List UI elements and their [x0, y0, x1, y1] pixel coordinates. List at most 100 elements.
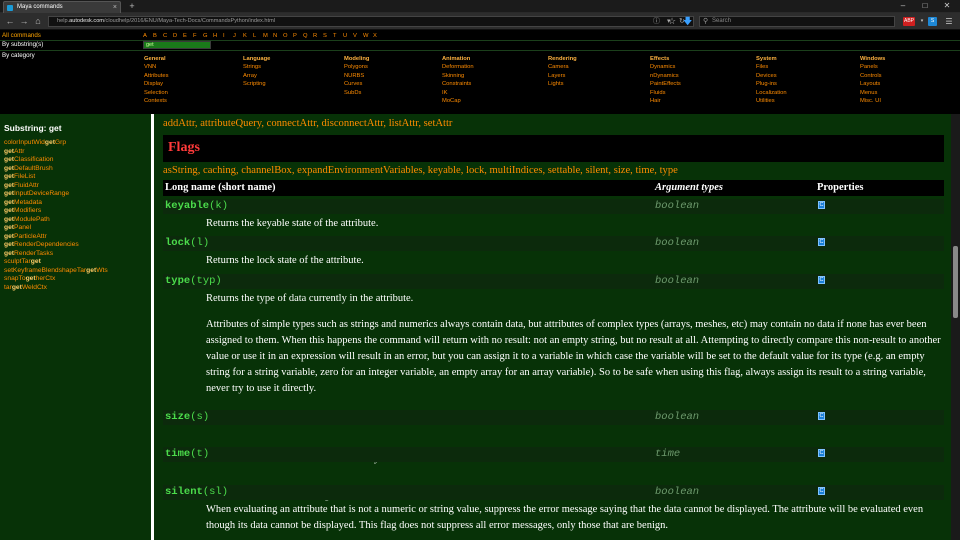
new-tab-button[interactable]: + — [126, 2, 138, 12]
back-arrow-icon[interactable]: ← — [4, 16, 16, 27]
forward-arrow-icon[interactable]: → — [18, 16, 30, 27]
letter-link[interactable]: U — [343, 33, 353, 39]
letter-link[interactable]: D — [173, 33, 183, 39]
category-link[interactable]: Localization — [756, 89, 787, 97]
category-link[interactable]: Lights — [548, 80, 577, 88]
letter-link[interactable]: I — [223, 33, 233, 39]
category-link[interactable]: Attributes — [144, 72, 169, 80]
category-link[interactable]: nDynamics — [650, 72, 681, 80]
download-icon[interactable]: 🡇 — [683, 16, 692, 27]
letter-link[interactable]: C — [163, 33, 173, 39]
category-link[interactable]: Files — [756, 63, 787, 71]
letter-link[interactable]: V — [353, 33, 363, 39]
category-heading[interactable]: System — [756, 55, 787, 63]
extension-dropdown-icon[interactable]: ▾ — [919, 17, 925, 26]
related-commands-links[interactable]: addAttr, attributeQuery, connectAttr, di… — [163, 118, 452, 129]
category-heading[interactable]: General — [144, 55, 169, 63]
letter-link[interactable]: P — [293, 33, 303, 39]
command-link[interactable]: getMetadata — [4, 199, 108, 208]
category-link[interactable]: Fluids — [650, 89, 681, 97]
category-heading[interactable]: Effects — [650, 55, 681, 63]
command-link[interactable]: getAttr — [4, 148, 108, 157]
category-link[interactable]: Plug-ins — [756, 80, 787, 88]
category-link[interactable]: Constraints — [442, 80, 474, 88]
flag-links[interactable]: asString, caching, channelBox, expandEnv… — [163, 165, 678, 176]
category-link[interactable]: Display — [144, 80, 169, 88]
search-input[interactable]: ⚲ Search — [699, 16, 895, 27]
command-link[interactable]: colorInputWidgetGrp — [4, 139, 108, 148]
category-link[interactable]: IK — [442, 89, 474, 97]
menu-icon[interactable]: ☰ — [944, 17, 954, 26]
letter-link[interactable]: F — [193, 33, 203, 39]
address-bar[interactable]: help.autodesk.com/cloudhelp/2016/ENU/May… — [48, 16, 694, 27]
letter-link[interactable]: X — [373, 33, 383, 39]
category-heading[interactable]: Language — [243, 55, 270, 63]
category-link[interactable]: Scripting — [243, 80, 270, 88]
command-link[interactable]: getModulePath — [4, 216, 108, 225]
category-link[interactable]: Contexts — [144, 97, 169, 105]
command-link[interactable]: getDefaultBrush — [4, 165, 108, 174]
vertical-scrollbar[interactable] — [951, 114, 960, 540]
command-link[interactable]: targetWeldCtx — [4, 284, 108, 293]
command-link[interactable]: sculptTarget — [4, 258, 108, 267]
letter-link[interactable]: E — [183, 33, 193, 39]
maximize-icon[interactable]: □ — [914, 0, 936, 12]
letter-link[interactable]: K — [243, 33, 253, 39]
category-link[interactable]: Skinning — [442, 72, 474, 80]
category-link[interactable]: SubDs — [344, 89, 369, 97]
letter-link[interactable]: O — [283, 33, 293, 39]
letter-link[interactable]: L — [253, 33, 263, 39]
letter-link[interactable]: B — [153, 33, 163, 39]
letter-link[interactable]: J — [233, 33, 243, 39]
category-link[interactable]: Panels — [860, 63, 885, 71]
category-link[interactable]: Menus — [860, 89, 885, 97]
command-link[interactable]: getParticleAttr — [4, 233, 108, 242]
skype-extension-icon[interactable]: S — [928, 17, 937, 26]
scrollbar-thumb[interactable] — [953, 246, 958, 318]
command-link[interactable]: getFileList — [4, 173, 108, 182]
browser-tab[interactable]: Maya commands × — [3, 1, 121, 13]
category-link[interactable]: NURBS — [344, 72, 369, 80]
close-window-icon[interactable]: ✕ — [936, 0, 958, 12]
command-link[interactable]: getFluidAttr — [4, 182, 108, 191]
adblock-extension-icon[interactable]: ABP — [903, 17, 915, 26]
category-heading[interactable]: Animation — [442, 55, 474, 63]
command-link[interactable]: setKeyframeBlendshapeTargetWts — [4, 267, 108, 276]
command-link[interactable]: getModifiers — [4, 207, 108, 216]
category-link[interactable]: Array — [243, 72, 270, 80]
command-link[interactable]: getRenderDependencies — [4, 241, 108, 250]
minimize-icon[interactable]: – — [892, 0, 914, 12]
letter-link[interactable]: G — [203, 33, 213, 39]
substring-input[interactable]: get — [143, 41, 211, 49]
category-link[interactable]: Utilities — [756, 97, 787, 105]
all-commands-link[interactable]: All commands — [2, 32, 41, 39]
letter-link[interactable]: H — [213, 33, 223, 39]
letter-link[interactable]: R — [313, 33, 323, 39]
close-tab-icon[interactable]: × — [113, 2, 117, 13]
category-link[interactable]: Misc. UI — [860, 97, 885, 105]
category-link[interactable]: PaintEffects — [650, 80, 681, 88]
category-link[interactable]: Hair — [650, 97, 681, 105]
category-link[interactable]: Dynamics — [650, 63, 681, 71]
bookmark-star-icon[interactable]: ☆ — [668, 16, 676, 27]
category-heading[interactable]: Modeling — [344, 55, 369, 63]
command-link[interactable]: getInputDeviceRange — [4, 190, 108, 199]
category-link[interactable]: Controls — [860, 72, 885, 80]
category-link[interactable]: Camera — [548, 63, 577, 71]
category-link[interactable]: MoCap — [442, 97, 474, 105]
command-link[interactable]: getClassification — [4, 156, 108, 165]
category-link[interactable]: Polygons — [344, 63, 369, 71]
category-link[interactable]: Devices — [756, 72, 787, 80]
command-link[interactable]: snapTogetherCtx — [4, 275, 108, 284]
letter-link[interactable]: N — [273, 33, 283, 39]
category-heading[interactable]: Windows — [860, 55, 885, 63]
command-link[interactable]: getRenderTasks — [4, 250, 108, 259]
category-link[interactable]: Layouts — [860, 80, 885, 88]
category-link[interactable]: Deformation — [442, 63, 474, 71]
category-heading[interactable]: Rendering — [548, 55, 577, 63]
letter-link[interactable]: W — [363, 33, 373, 39]
page-info-icon[interactable]: ⓘ — [653, 17, 660, 26]
category-link[interactable]: Selection — [144, 89, 169, 97]
letter-link[interactable]: M — [263, 33, 273, 39]
letter-link[interactable]: Q — [303, 33, 313, 39]
